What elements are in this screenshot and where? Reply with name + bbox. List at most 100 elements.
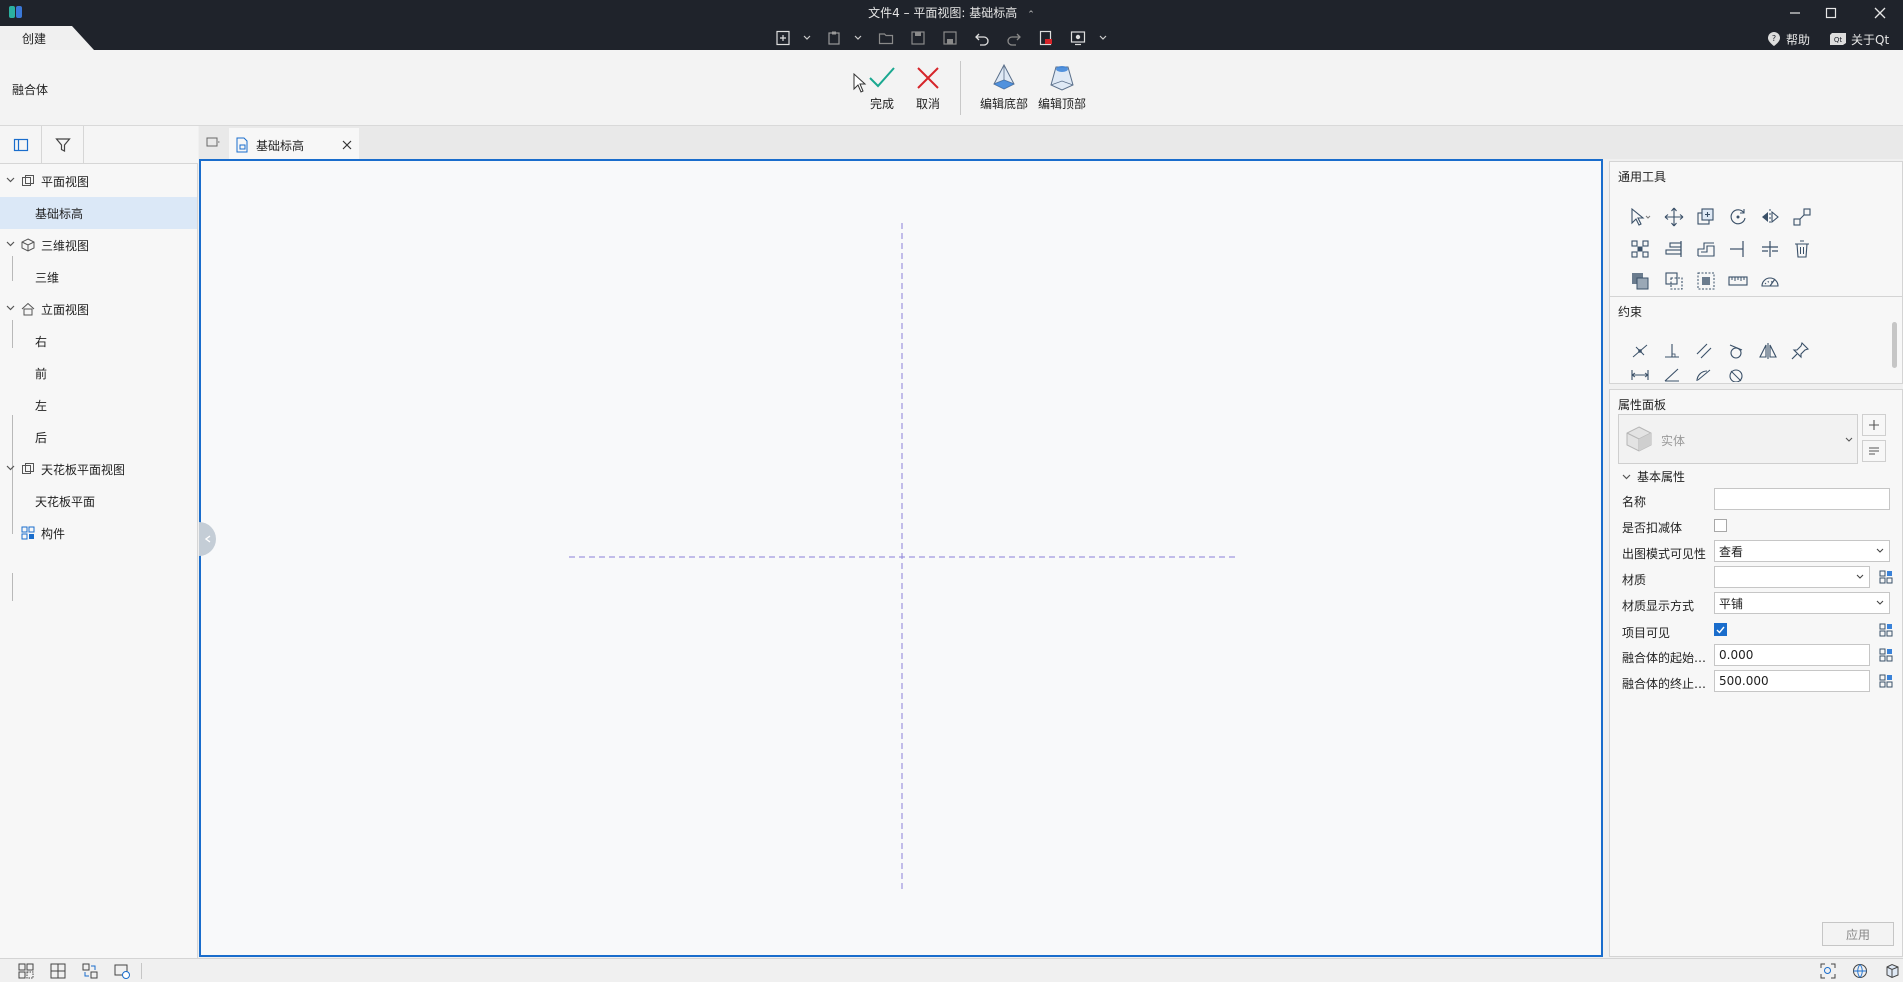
help-button[interactable]: ? 帮助 (1766, 29, 1810, 49)
tree-item-components[interactable]: 构件 (0, 517, 197, 549)
tab-list-icon[interactable] (206, 136, 220, 148)
tree-item-back[interactable]: 后 (0, 421, 197, 453)
is-void-checkbox[interactable] (1714, 519, 1727, 532)
tree-item-right[interactable]: 右 (0, 325, 197, 357)
undo-icon[interactable] (973, 29, 991, 47)
trim-extend-icon[interactable] (1724, 235, 1752, 263)
visibility-select[interactable]: 查看 (1714, 540, 1890, 562)
grid-snap-icon[interactable] (16, 962, 36, 980)
ribbon: 融合体 完成 取消 编辑底部 编辑顶部 (0, 50, 1903, 126)
tangent-constraint-icon[interactable] (1722, 337, 1750, 365)
copy-icon[interactable] (1692, 203, 1720, 231)
project-visible-checkbox[interactable] (1714, 623, 1727, 636)
associate-param-icon[interactable] (1878, 647, 1894, 663)
settings-screen-icon[interactable] (1069, 29, 1087, 47)
add-type-button[interactable] (1862, 414, 1886, 436)
about-qt-button[interactable]: Qt 关于Qt (1829, 29, 1889, 49)
material-display-select[interactable]: 平铺 (1714, 592, 1890, 614)
expand-chevron-icon[interactable] (6, 177, 15, 183)
cancel-x-icon (914, 62, 942, 92)
paste-dropdown-chevron-icon[interactable] (852, 29, 864, 47)
name-input[interactable] (1714, 488, 1890, 510)
view-settings-icon[interactable] (112, 962, 132, 980)
minimize-button[interactable] (1775, 1, 1815, 25)
open-folder-icon[interactable] (877, 29, 895, 47)
group-icon[interactable] (1626, 267, 1654, 295)
tree-item-3d[interactable]: 三维 (0, 261, 197, 293)
drawing-canvas[interactable] (199, 159, 1603, 957)
blend-end-input[interactable]: 500.000 (1714, 670, 1870, 692)
diameter-dimension-icon[interactable] (1722, 365, 1750, 385)
expand-chevron-icon[interactable] (6, 241, 15, 247)
associate-param-icon[interactable] (1878, 622, 1894, 638)
new-file-icon[interactable] (774, 29, 792, 47)
edit-top-button[interactable]: 编辑顶部 (1038, 62, 1086, 112)
associate-param-icon[interactable] (1878, 673, 1894, 689)
tree-item-elevation-views[interactable]: 立面视图 (0, 293, 197, 325)
create-group-icon[interactable] (1692, 267, 1720, 295)
cancel-button[interactable]: 取消 (914, 62, 942, 112)
expand-chevron-icon[interactable] (6, 465, 15, 471)
new-file-dropdown-chevron-icon[interactable] (801, 29, 813, 47)
tree-item-ceiling-plan[interactable]: 天花板平面 (0, 485, 197, 517)
tree-item-front[interactable]: 前 (0, 357, 197, 389)
render-mode-icon[interactable] (1850, 962, 1870, 980)
associate-param-icon[interactable] (1878, 569, 1894, 585)
type-selector[interactable]: 实体 (1618, 414, 1858, 464)
view-cube-icon[interactable] (1882, 962, 1902, 980)
blend-start-input[interactable]: 0.000 (1714, 644, 1870, 666)
finish-button[interactable]: 完成 (867, 62, 897, 112)
mirror-icon[interactable] (1756, 203, 1784, 231)
tab-project-tree[interactable] (0, 126, 42, 164)
scale-icon[interactable] (1788, 203, 1816, 231)
switch-windows-icon[interactable] (80, 962, 100, 980)
expand-chevron-icon[interactable] (6, 305, 15, 311)
basic-properties-header[interactable]: 基本属性 (1622, 468, 1685, 485)
delete-trash-icon[interactable] (1788, 235, 1816, 263)
align-icon[interactable] (1660, 235, 1688, 263)
tree-item-plan-views[interactable]: 平面视图 (0, 165, 197, 197)
split-icon[interactable] (1756, 235, 1784, 263)
tile-windows-icon[interactable] (48, 962, 68, 980)
tree-item-ceiling-plan-views[interactable]: 天花板平面视图 (0, 453, 197, 485)
offset-icon[interactable] (1692, 235, 1720, 263)
edit-type-button[interactable] (1862, 440, 1886, 462)
redo-icon[interactable] (1005, 29, 1023, 47)
perpendicular-constraint-icon[interactable] (1658, 337, 1686, 365)
close-window-button[interactable] (1860, 1, 1900, 25)
angle-measure-icon[interactable] (1756, 267, 1784, 295)
pin-constraint-icon[interactable] (1786, 337, 1814, 365)
zoom-fit-icon[interactable] (1818, 962, 1838, 980)
symmetry-constraint-icon[interactable] (1754, 337, 1782, 365)
tab-base-level[interactable]: 基础标高 (229, 128, 359, 159)
close-tab-icon[interactable] (342, 140, 352, 150)
move-icon[interactable] (1660, 203, 1688, 231)
maximize-button[interactable] (1811, 1, 1851, 25)
constraints-scrollbar[interactable] (1892, 322, 1897, 368)
tab-filter[interactable] (42, 126, 84, 164)
export-file-icon[interactable] (1037, 29, 1055, 47)
constraints-section: 约束 (1609, 296, 1903, 384)
measure-ruler-icon[interactable] (1724, 267, 1752, 295)
prop-label-blend-end: 融合体的终止… (1622, 677, 1707, 691)
paste-icon[interactable] (825, 29, 843, 47)
material-select[interactable] (1714, 566, 1870, 588)
array-icon[interactable] (1626, 235, 1654, 263)
save-as-icon[interactable] (941, 29, 959, 47)
tree-item-left[interactable]: 左 (0, 389, 197, 421)
radius-dimension-icon[interactable] (1690, 365, 1718, 385)
angular-dimension-icon[interactable] (1658, 365, 1686, 385)
apply-button[interactable]: 应用 (1822, 922, 1894, 946)
tree-item-3d-views[interactable]: 三维视图 (0, 229, 197, 261)
save-icon[interactable] (909, 29, 927, 47)
ungroup-icon[interactable] (1660, 267, 1688, 295)
tab-create[interactable]: 创建 (0, 26, 94, 50)
rotate-icon[interactable] (1724, 203, 1752, 231)
linear-dimension-icon[interactable] (1626, 365, 1654, 385)
tree-item-base-level[interactable]: 基础标高 (0, 197, 197, 229)
edit-bottom-button[interactable]: 编辑底部 (980, 62, 1028, 112)
select-pointer-icon[interactable] (1626, 203, 1654, 231)
parallel-constraint-icon[interactable] (1690, 337, 1718, 365)
coincident-constraint-icon[interactable] (1626, 337, 1654, 365)
settings-dropdown-chevron-icon[interactable] (1097, 29, 1109, 47)
